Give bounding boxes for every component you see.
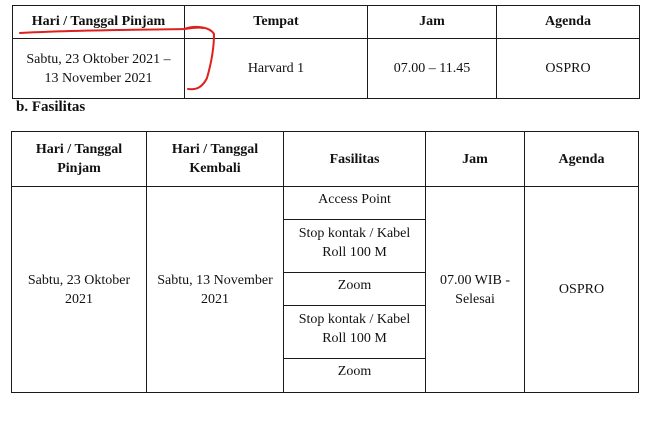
agenda-cell: OSPRO xyxy=(496,38,640,99)
header-time: Jam xyxy=(367,5,497,39)
facility-item: Stop kontak / Kabel Roll 100 M xyxy=(283,219,426,273)
borrow-date-cell: Sabtu, 23 Oktober 2021 xyxy=(11,186,147,393)
time-cell: 07.00 WIB - Selesai xyxy=(425,186,525,393)
borrow-date-line2: 13 November 2021 xyxy=(44,70,153,86)
borrow-date-cell: Sabtu, 23 Oktober 2021 – 13 November 202… xyxy=(12,38,185,99)
facility-line1: Zoom xyxy=(337,278,372,293)
agenda-cell: OSPRO xyxy=(524,186,639,393)
header-facilities: Fasilitas xyxy=(283,131,426,187)
facility-line1: Zoom xyxy=(337,364,372,379)
place-cell: Harvard 1 xyxy=(184,38,368,99)
borrow-date-line1: Sabtu, 23 Oktober xyxy=(27,272,131,288)
header-agenda: Agenda xyxy=(496,5,640,39)
header-borrow-date-line1: Hari / Tanggal xyxy=(35,142,123,157)
facility-line1: Stop kontak / Kabel xyxy=(298,312,411,327)
facility-item: Zoom xyxy=(283,272,426,306)
facility-item: Access Point xyxy=(283,186,426,220)
borrow-date-line1: Sabtu, 23 Oktober 2021 – xyxy=(26,51,171,67)
header-time: Jam xyxy=(425,131,525,187)
return-date-cell: Sabtu, 13 November 2021 xyxy=(146,186,284,393)
facility-item: Zoom xyxy=(283,358,426,393)
header-borrow-date-line2: Pinjam xyxy=(57,161,101,176)
header-place: Tempat xyxy=(184,5,368,39)
header-return-date-line1: Hari / Tanggal xyxy=(171,142,259,157)
facility-item: Stop kontak / Kabel Roll 100 M xyxy=(283,305,426,359)
facility-line2: Roll 100 M xyxy=(322,245,387,260)
header-borrow-date: Hari / Tanggal Pinjam xyxy=(12,5,185,39)
return-date-line2: 2021 xyxy=(201,291,229,307)
booking-table: Hari / Tanggal Pinjam Tempat Jam Agenda … xyxy=(12,5,640,99)
facility-line2: Roll 100 M xyxy=(322,331,387,346)
borrow-date-line2: 2021 xyxy=(65,291,93,307)
time-cell: 07.00 – 11.45 xyxy=(367,38,497,99)
header-agenda: Agenda xyxy=(524,131,639,187)
facilities-table: Hari / Tanggal Pinjam Hari / Tanggal Kem… xyxy=(11,131,639,393)
header-return-date: Hari / Tanggal Kembali xyxy=(146,131,284,187)
facility-line1: Stop kontak / Kabel xyxy=(298,226,411,241)
header-borrow-date: Hari / Tanggal Pinjam xyxy=(11,131,147,187)
time-line1: 07.00 WIB - xyxy=(439,272,511,288)
header-return-date-line2: Kembali xyxy=(189,161,241,176)
facility-line1: Access Point xyxy=(318,192,391,207)
return-date-line1: Sabtu, 13 November xyxy=(157,272,273,288)
time-line2: Selesai xyxy=(455,291,495,307)
section-title-facilities: b. Fasilitas xyxy=(16,99,86,115)
